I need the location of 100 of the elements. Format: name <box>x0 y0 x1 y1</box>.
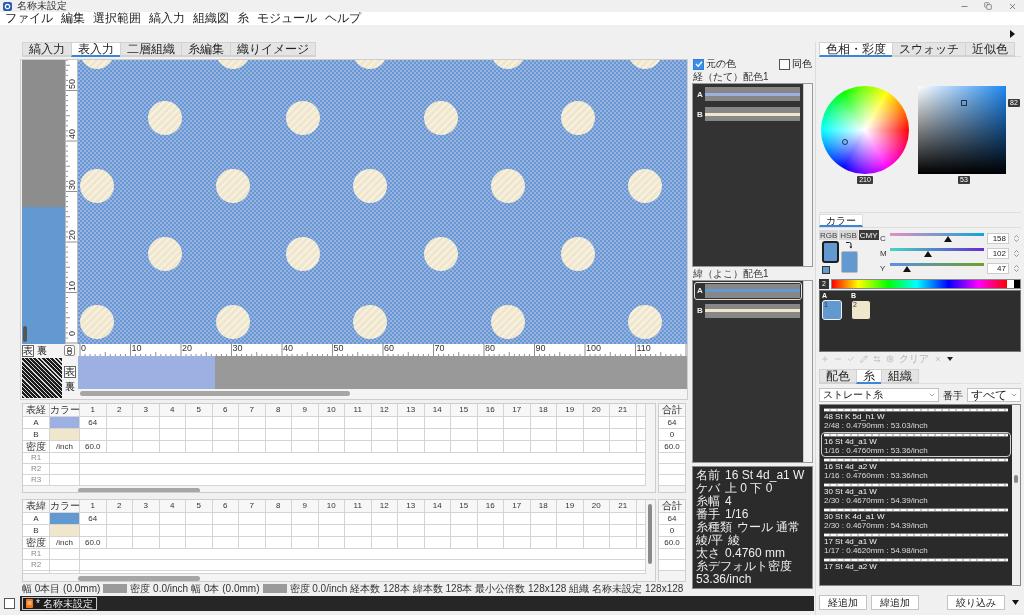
foreground-swatch-icon[interactable] <box>822 241 839 263</box>
checkbox[interactable] <box>4 598 15 609</box>
menu-item[interactable]: ファイル <box>5 12 53 25</box>
view-toggle[interactable]: 表 <box>22 345 34 357</box>
link-button[interactable] <box>64 345 75 356</box>
info-value: 1/16 <box>725 508 749 521</box>
slider-thumb[interactable] <box>944 236 953 242</box>
menu-item[interactable]: 編集 <box>61 12 85 25</box>
tab[interactable]: 組織 <box>881 369 919 384</box>
caret-down-icon[interactable] <box>947 357 953 361</box>
yarn-list-item[interactable]: 16 St 4d_a2 W 1/16 : 0.4760mm : 53.36/inch <box>821 457 1011 482</box>
yarn-color-item[interactable]: A <box>694 85 802 103</box>
spinner-icon[interactable] <box>1012 248 1021 258</box>
scrollbar-thumb[interactable] <box>1014 475 1018 483</box>
scrollbar-thumb[interactable] <box>78 487 200 492</box>
tab[interactable]: 近似色 <box>965 42 1015 57</box>
scrollbar-thumb[interactable] <box>80 390 350 396</box>
menu-item[interactable]: ヘルプ <box>325 12 361 25</box>
tab[interactable]: 二層組織 <box>120 42 182 57</box>
yarn-list-item[interactable]: 17 St 4d_a1 W 1/17 : 0.4620mm : 54.98/inch <box>821 532 1011 557</box>
column-header: 19 <box>557 500 584 513</box>
tab[interactable]: 色相・彩度 <box>819 42 893 57</box>
status-text: 組織 名称未設定 128x128 <box>569 582 684 595</box>
table-cell <box>636 429 646 441</box>
spinner-icon[interactable] <box>1012 233 1021 243</box>
small-swatch-icon[interactable] <box>822 266 830 274</box>
column-header: 表経 <box>23 404 50 417</box>
column-header: 9 <box>292 404 319 417</box>
swap-arrow-icon[interactable] <box>845 241 852 249</box>
row-header: 密度 <box>23 441 50 453</box>
table-cell <box>504 513 531 525</box>
spectrum-bar[interactable] <box>831 279 1021 289</box>
ruler-label: 20 <box>182 344 193 353</box>
table-cell <box>292 525 319 537</box>
add-warp-button[interactable]: 経追加 <box>819 594 867 610</box>
tab[interactable]: 配色 <box>819 369 857 384</box>
value-marker-icon[interactable] <box>961 100 967 106</box>
add-weft-button[interactable]: 緯追加 <box>871 594 919 610</box>
yarn-type-dropdown[interactable]: ストレート糸 <box>819 388 939 402</box>
document-tab[interactable]: * 名称未設定 <box>22 597 97 610</box>
view-toggle[interactable]: 裏 <box>36 345 48 357</box>
yarn-list-item[interactable]: 30 St 4d_a1 W 2/30 : 0.4670mm : 54.39/inch <box>821 482 1011 507</box>
table-cell <box>318 525 345 537</box>
ruler-label: 10 <box>68 280 77 291</box>
mode-button[interactable]: RGB <box>819 230 839 240</box>
value-field[interactable]: 102 <box>987 247 1009 259</box>
mode-button[interactable]: CMY <box>858 230 879 240</box>
mode-button[interactable]: HSB <box>839 230 858 240</box>
panel-tab[interactable]: カラー <box>819 214 863 227</box>
slider-thumb[interactable] <box>923 251 932 257</box>
ruler-label: 30 <box>68 179 77 190</box>
view-toggle[interactable]: 裏 <box>64 381 76 393</box>
caret-right-icon[interactable] <box>1010 29 1015 38</box>
background-swatch-icon[interactable] <box>841 251 858 273</box>
table-cell <box>292 513 319 525</box>
menu-item[interactable]: 組織図 <box>193 12 229 25</box>
saturation-value-square[interactable] <box>918 86 1006 174</box>
ruler-label: 0 <box>81 344 87 353</box>
ruler-label: 70 <box>434 344 446 353</box>
restore-icon[interactable] <box>984 2 992 10</box>
yarn-color-item[interactable]: B <box>694 105 802 123</box>
menu-item[interactable]: 選択範囲 <box>93 12 141 25</box>
yarn-color-item[interactable]: B <box>694 301 802 320</box>
yarn-list-item[interactable]: 17 St 4d_a2 W <box>821 557 1011 582</box>
scrollbar-thumb[interactable] <box>23 326 27 342</box>
value-field[interactable]: 47 <box>987 262 1009 274</box>
table-cell <box>636 537 646 549</box>
tab[interactable]: スウォッチ <box>892 42 966 57</box>
table-cell: 60.0 <box>80 441 107 453</box>
filter-button[interactable]: 絞り込み <box>947 594 1005 610</box>
status-text: 密度 0.0/inch <box>289 582 348 595</box>
close-icon[interactable] <box>1007 1 1017 11</box>
check-icon[interactable] <box>847 355 855 363</box>
menu-item[interactable]: 縞入力 <box>149 12 185 25</box>
table-cell <box>477 417 504 429</box>
value-field[interactable]: 158 <box>987 232 1009 244</box>
count-dropdown[interactable]: すべて <box>967 388 1021 402</box>
tab[interactable]: 縞入力 <box>22 42 72 57</box>
menu-item[interactable]: モジュール <box>257 12 317 25</box>
checkbox[interactable] <box>693 58 704 70</box>
spinner-icon[interactable] <box>1012 263 1021 273</box>
tab[interactable]: 織りイメージ <box>230 42 316 57</box>
yarn-list-item[interactable]: 48 St K 5d_h1 W 2/48 : 0.4790mm : 53.03/inch <box>821 407 1011 432</box>
yarn-list-item[interactable]: 30 St K 4d_a1 W 2/30 : 0.4670mm : 54.39/inch <box>821 507 1011 532</box>
view-toggle[interactable]: 表 <box>64 366 76 378</box>
tab[interactable]: 表入力 <box>71 42 121 57</box>
table-cell <box>318 441 345 453</box>
tab[interactable]: 糸 <box>856 369 882 384</box>
yarn-list-item[interactable]: 16 St 4d_a1 W 1/16 : 0.4760mm : 53.36/inch <box>821 432 1011 457</box>
checkbox[interactable] <box>779 58 790 70</box>
yarn-spec: 1/16 : 0.4760mm : 53.36/inch <box>824 471 929 480</box>
scrollbar-thumb[interactable] <box>78 575 200 581</box>
slider-thumb[interactable] <box>902 266 911 272</box>
yarn-color-item[interactable]: A <box>694 281 802 300</box>
table-cell <box>477 441 504 453</box>
slider-label: C <box>880 233 887 243</box>
menu-item[interactable]: 糸 <box>237 12 249 25</box>
scrollbar-thumb[interactable] <box>648 504 652 564</box>
tab[interactable]: 糸編集 <box>181 42 231 57</box>
column-header: 12 <box>371 404 398 417</box>
